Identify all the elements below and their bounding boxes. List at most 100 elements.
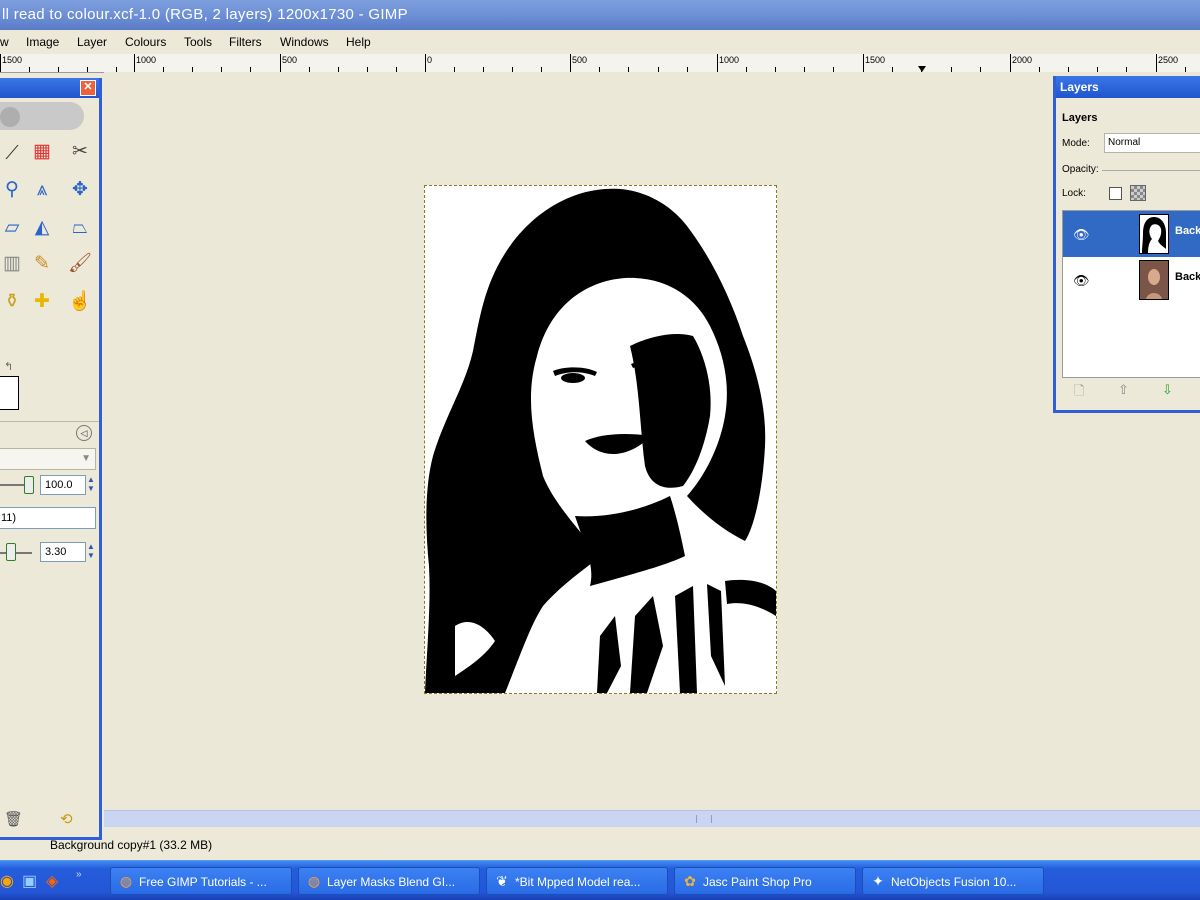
taskbar-button[interactable]: ◍ Layer Masks Blend GI... <box>298 867 480 895</box>
mode-select[interactable]: Normal <box>1104 133 1200 153</box>
scale-slider-handle[interactable] <box>6 543 16 561</box>
image-canvas[interactable] <box>424 185 777 694</box>
layer-row[interactable]: 👁 Back <box>1063 257 1200 303</box>
brush-icon[interactable]: 🖌 <box>68 252 92 276</box>
taskbar-label: NetObjects Fusion 10... <box>891 875 1017 889</box>
menu-help[interactable]: Help <box>346 35 371 49</box>
horizontal-ruler[interactable]: 1500 1000 500 0 500 1000 1500 2000 2500 <box>0 54 1200 73</box>
taskbar-button[interactable]: ❦ *Bit Mpped Model rea... <box>486 867 668 895</box>
quicklaunch-expand-icon[interactable]: » <box>76 869 82 880</box>
raise-layer-icon[interactable]: ⇧ <box>1118 382 1129 398</box>
eye-icon[interactable]: 👁 <box>1073 227 1090 243</box>
layers-title-bar[interactable]: Layers <box>1056 76 1200 98</box>
layers-dialog: Layers Layers Mode: Normal Opacity: Lock… <box>1053 76 1200 413</box>
quicklaunch-app-icon[interactable]: ◈ <box>46 871 58 891</box>
horizontal-scrollbar[interactable] <box>104 810 1200 827</box>
firefox-icon: ◍ <box>119 873 133 889</box>
lock-label: Lock: <box>1062 188 1086 199</box>
status-bar: Background copy#1 (33.2 MB) <box>0 830 1200 860</box>
window-title-bar[interactable]: ll read to colour.xcf-1.0 (RGB, 2 layers… <box>0 0 1200 30</box>
opacity-spin-buttons[interactable]: ▲ ▼ <box>86 475 96 495</box>
taskbar-label: Layer Masks Blend GI... <box>327 875 456 889</box>
menu-tools[interactable]: Tools <box>184 35 212 49</box>
netobjects-icon: ✦ <box>872 873 884 889</box>
gimp-icon: ❦ <box>496 873 508 889</box>
mode-label: Mode: <box>1062 138 1090 149</box>
layer-thumbnail-color <box>1139 260 1169 300</box>
measure-icon[interactable]: ⩓ <box>30 178 54 202</box>
layer-thumbnail-bw <box>1139 214 1169 254</box>
quicklaunch-desktop-icon[interactable]: ▣ <box>22 871 37 891</box>
bitmap-portrait-image <box>425 186 776 693</box>
wilber-eye-icon <box>0 107 20 127</box>
menu-windows[interactable]: Windows <box>280 35 329 49</box>
opacity-label: Opacity: <box>1062 164 1099 175</box>
opacity-slider[interactable] <box>1102 170 1200 171</box>
delete-icon[interactable]: 🗑 <box>4 810 23 828</box>
new-layer-icon[interactable]: 🗋 <box>1074 382 1084 404</box>
flip-icon[interactable]: ◭ <box>30 216 54 240</box>
close-icon[interactable]: ✕ <box>80 80 96 96</box>
divider <box>0 421 99 422</box>
ruler-label: 1500 <box>865 55 886 65</box>
knife-icon[interactable]: ⟋ <box>0 142 24 166</box>
lower-layer-icon[interactable]: ⇩ <box>1162 382 1173 398</box>
layers-list: 👁 Back 👁 Back <box>1062 210 1200 378</box>
menu-bar: w Image Layer Colours Tools Filters Wind… <box>0 30 1200 54</box>
taskbar-button[interactable]: ✦ NetObjects Fusion 10... <box>862 867 1044 895</box>
clone-icon[interactable]: ⚱ <box>0 290 24 314</box>
scissors-icon[interactable]: ✂ <box>68 140 92 164</box>
menu-filters[interactable]: Filters <box>229 35 262 49</box>
ruler-label: 0 <box>427 55 433 65</box>
taskbar-button[interactable]: ✿ Jasc Paint Shop Pro <box>674 867 856 895</box>
reset-icon[interactable]: ⟲ <box>60 810 73 828</box>
opacity-slider-handle[interactable] <box>24 476 34 494</box>
menu-image[interactable]: Image <box>26 35 59 49</box>
brush-field[interactable]: 11) <box>0 507 96 529</box>
layers-header: Layers <box>1062 112 1098 124</box>
psp-icon: ✿ <box>684 873 696 889</box>
layer-name[interactable]: Back <box>1175 225 1200 237</box>
background-color-swatch[interactable] <box>0 376 19 410</box>
scrollbar-grip[interactable] <box>696 815 712 823</box>
move-icon[interactable]: ✥ <box>68 178 92 202</box>
swap-colors-icon[interactable]: ↰ <box>4 360 13 373</box>
layer-row[interactable]: 👁 Back <box>1063 211 1200 257</box>
pencil-icon[interactable]: ✎ <box>30 252 54 276</box>
menu-layer[interactable]: Layer <box>77 35 107 49</box>
lock-pixels-checkbox[interactable] <box>1109 187 1122 200</box>
taskbar-label: Free GIMP Tutorials - ... <box>139 875 267 889</box>
mode-combo[interactable]: ▼ <box>0 448 96 470</box>
menu-colours[interactable]: Colours <box>125 35 166 49</box>
taskbar-button[interactable]: ◍ Free GIMP Tutorials - ... <box>110 867 292 895</box>
status-text: Background copy#1 (33.2 MB) <box>50 838 213 852</box>
window-title: ll read to colour.xcf-1.0 (RGB, 2 layers… <box>2 6 408 23</box>
opacity-value-field[interactable]: 100.0 <box>40 475 86 495</box>
shear-icon[interactable]: ▱ <box>0 216 24 240</box>
taskbar-label: Jasc Paint Shop Pro <box>703 875 812 889</box>
lock-alpha-icon[interactable] <box>1130 185 1146 201</box>
ruler-label: 500 <box>282 55 298 65</box>
firefox-icon: ◍ <box>307 873 321 889</box>
ruler-label: 1000 <box>719 55 740 65</box>
menu-view[interactable]: w <box>0 35 9 49</box>
paint-select-icon[interactable]: ▦ <box>30 140 54 164</box>
ruler-label: 500 <box>572 55 588 65</box>
scale-slider-track[interactable] <box>0 552 32 554</box>
perspective-icon[interactable]: ⏢ <box>68 216 92 240</box>
ruler-label: 1000 <box>136 55 157 65</box>
zoom-icon[interactable]: ⚲ <box>0 178 24 202</box>
taskbar-label: *Bit Mpped Model rea... <box>515 875 641 889</box>
tool-options-menu-icon[interactable]: ◁ <box>76 425 92 441</box>
smudge-icon[interactable]: ☝ <box>68 290 92 314</box>
quicklaunch-icon[interactable]: ◉ <box>0 871 14 891</box>
gradient-icon[interactable]: ▥ <box>0 252 24 276</box>
scale-value-field[interactable]: 3.30 <box>40 542 86 562</box>
toolbox-window: ✕ ⟋ ▦ ✂ ⚲ ⩓ ✥ ▱ ◭ ⏢ ▥ ✎ 🖌 ⚱ ✚ ☝ ↰ ◁ ▼ 10… <box>0 78 102 840</box>
heal-icon[interactable]: ✚ <box>30 290 54 314</box>
eye-icon[interactable]: 👁 <box>1073 273 1090 289</box>
ruler-label: 2500 <box>1158 55 1179 65</box>
layer-name[interactable]: Back <box>1175 271 1200 283</box>
scale-spin-buttons[interactable]: ▲ ▼ <box>86 542 96 562</box>
ruler-label: 2000 <box>1012 55 1033 65</box>
